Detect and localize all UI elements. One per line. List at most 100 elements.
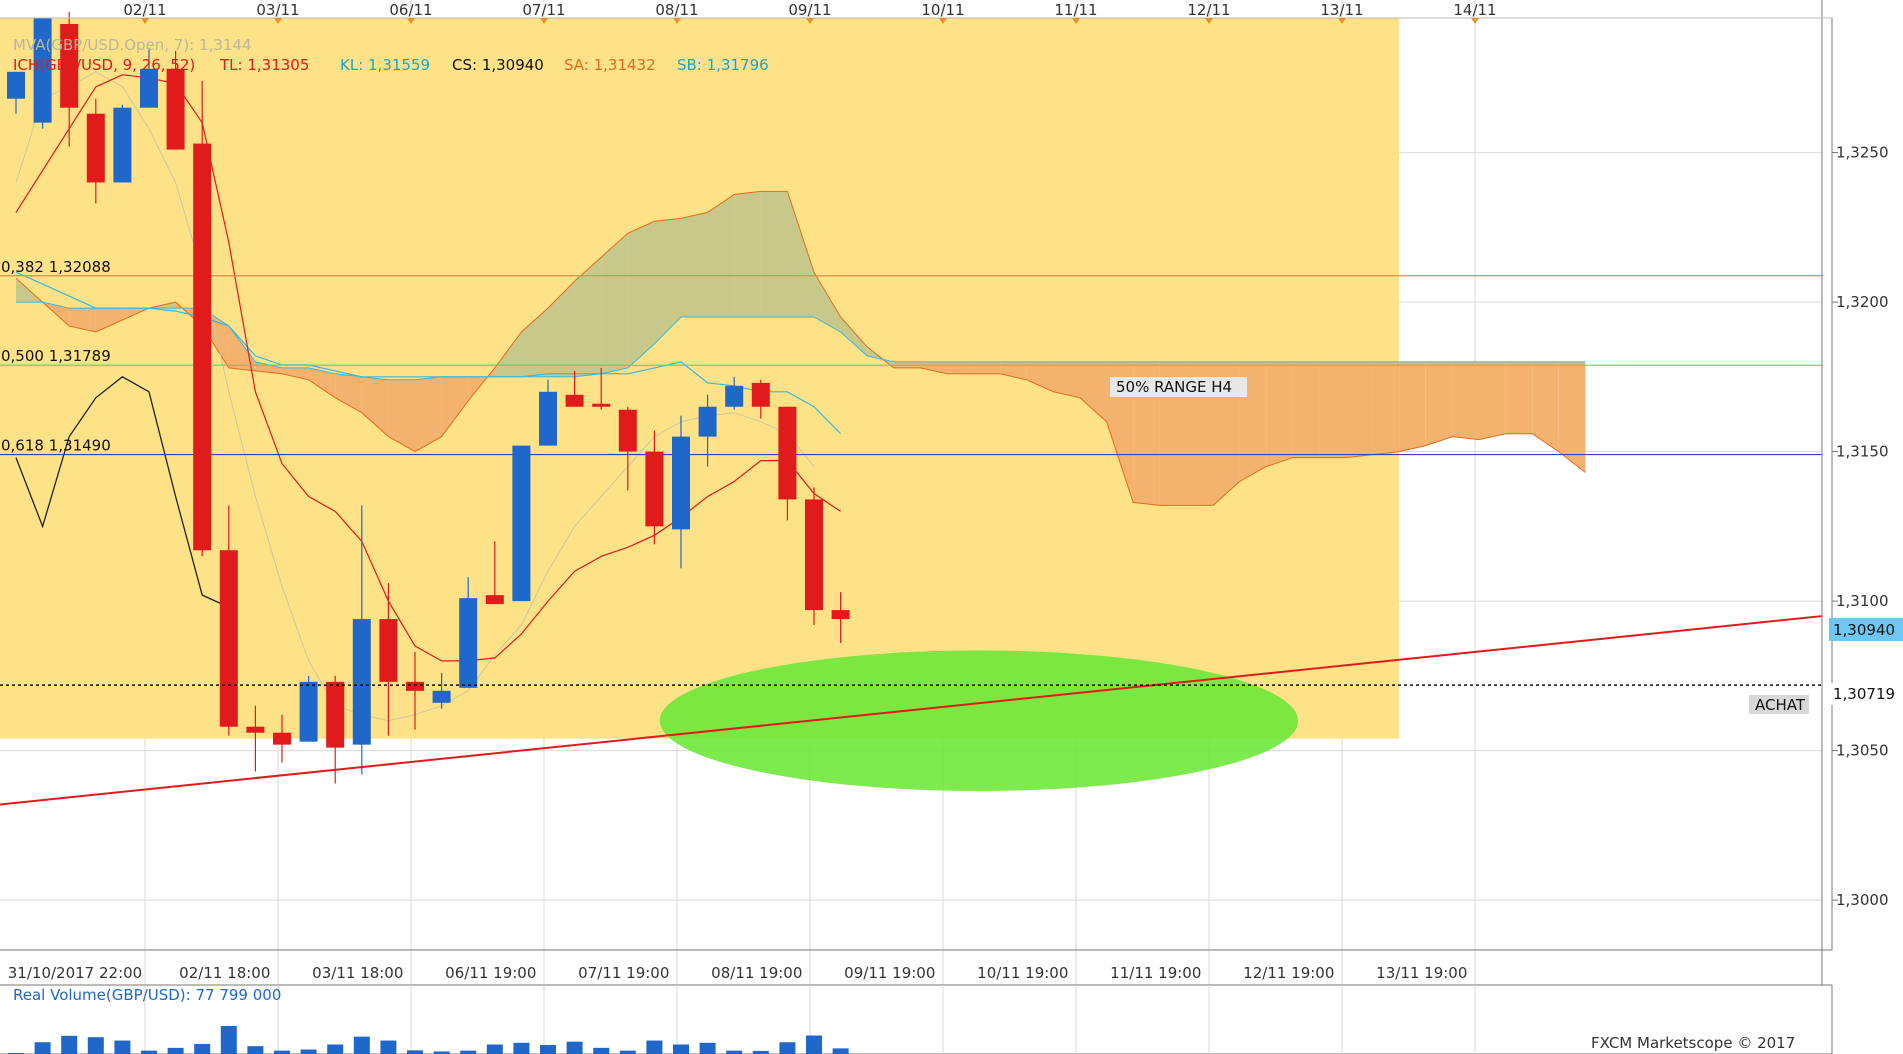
volume-bar xyxy=(194,1043,211,1054)
bottom-time-label: 02/11 18:00 xyxy=(179,964,270,982)
cloud-segment xyxy=(1399,361,1426,452)
candle-body[interactable] xyxy=(459,598,478,688)
order-price-tag: 1,30719 xyxy=(1829,683,1903,705)
y-tick-label: 1,3250 xyxy=(1836,144,1889,162)
ich-cs: CS: 1,30940 xyxy=(452,56,544,74)
candle-body[interactable] xyxy=(113,107,132,183)
volume-bar xyxy=(566,1041,583,1054)
volume-bar xyxy=(407,1050,423,1054)
candle-body[interactable] xyxy=(539,391,557,446)
candle-body[interactable] xyxy=(485,595,504,605)
candle-body[interactable] xyxy=(86,113,105,183)
cloud-segment xyxy=(1292,361,1320,458)
cloud-segment xyxy=(1425,361,1453,446)
candle-body[interactable] xyxy=(831,610,850,620)
volume-bar xyxy=(646,1040,663,1054)
cloud-segment xyxy=(1266,361,1293,467)
ich-sa: SA: 1,31432 xyxy=(564,56,656,74)
cloud-segment xyxy=(973,361,1001,374)
volume-bar xyxy=(87,1037,104,1054)
y-tick-label: 1,3150 xyxy=(1836,443,1889,461)
y-tick-label: 1,3050 xyxy=(1836,742,1889,760)
candle-body[interactable] xyxy=(299,681,318,742)
bottom-time-label: 06/11 19:00 xyxy=(445,964,536,982)
candle[interactable] xyxy=(113,104,132,183)
bottom-time-label: 08/11 19:00 xyxy=(711,964,802,982)
candle-body[interactable] xyxy=(7,71,25,99)
candle-body[interactable] xyxy=(565,394,584,407)
candle-body[interactable] xyxy=(618,409,637,452)
candle-body[interactable] xyxy=(751,382,770,407)
candle[interactable] xyxy=(193,80,212,557)
range-label: 50% RANGE H4 xyxy=(1110,377,1247,397)
volume-title: Real Volume(GBP/USD): 77 799 000 xyxy=(13,986,281,1004)
candle-body[interactable] xyxy=(805,499,823,611)
volume-bar xyxy=(513,1042,530,1054)
watermark: FXCM Marketscope © 2017 xyxy=(1591,1034,1795,1052)
order-price-tag-text: 1,30719 xyxy=(1833,685,1895,703)
y-tick-label: 1,3200 xyxy=(1836,293,1889,311)
volume-bar xyxy=(779,1042,796,1054)
candle-body[interactable] xyxy=(672,436,690,530)
candle-body[interactable] xyxy=(512,445,531,602)
candle[interactable] xyxy=(805,487,823,626)
candle-body[interactable] xyxy=(379,619,398,682)
price-chart[interactable]: 0,382 1,320880,500 1,317890,618 1,31490 … xyxy=(0,0,1903,1054)
candle-body[interactable] xyxy=(725,385,744,407)
volume-bar xyxy=(380,1040,397,1054)
candle-body[interactable] xyxy=(406,681,424,691)
bottom-time-label: 11/11 19:00 xyxy=(1110,964,1201,982)
bottom-time-label: 03/11 18:00 xyxy=(312,964,403,982)
candle-body[interactable] xyxy=(193,143,212,551)
candle-body[interactable] xyxy=(219,550,238,727)
bottom-time-label: 13/11 19:00 xyxy=(1376,964,1467,982)
cloud-segment xyxy=(1505,361,1533,434)
order-tag[interactable]: ACHAT xyxy=(1749,695,1809,714)
candle-body[interactable] xyxy=(432,690,451,703)
top-date-label: 03/11 xyxy=(256,1,299,19)
volume-bar xyxy=(540,1045,556,1054)
candle-body[interactable] xyxy=(778,406,797,500)
cloud-segment xyxy=(601,233,628,374)
cloud-segment xyxy=(947,361,974,374)
volume-bar xyxy=(300,1049,317,1054)
volume-bar xyxy=(726,1050,743,1054)
volume-bar xyxy=(699,1042,716,1054)
ich-name: ICH(GBP/USD, 9, 26, 52) xyxy=(13,56,195,74)
top-date-label: 02/11 xyxy=(123,1,166,19)
top-date-label: 11/11 xyxy=(1054,1,1097,19)
candle-body[interactable] xyxy=(166,68,185,150)
candle-body[interactable] xyxy=(698,406,717,437)
candle-body[interactable] xyxy=(246,726,265,733)
candle-body[interactable] xyxy=(273,732,291,745)
volume-bar xyxy=(114,1040,131,1054)
candle-body[interactable] xyxy=(592,403,611,407)
candle-body[interactable] xyxy=(326,681,345,748)
cloud-segment xyxy=(1479,361,1506,440)
volume-bar xyxy=(353,1036,370,1054)
volume-bar xyxy=(274,1050,290,1054)
ich-tl: TL: 1,31305 xyxy=(219,56,309,74)
target-zone xyxy=(659,650,1299,791)
bottom-time-label: 10/11 19:00 xyxy=(977,964,1068,982)
y-tick-label: 1,3100 xyxy=(1836,592,1889,610)
volume-bar xyxy=(673,1044,689,1054)
volume-bar xyxy=(806,1035,822,1054)
target-ellipse xyxy=(659,650,1299,791)
candle-body[interactable] xyxy=(352,619,371,745)
volume-bar xyxy=(247,1046,264,1054)
cloud-segment xyxy=(1319,361,1346,458)
volume-bar xyxy=(327,1044,344,1054)
candle[interactable] xyxy=(512,445,531,602)
ich-kl: KL: 1,31559 xyxy=(340,56,430,74)
candle-body[interactable] xyxy=(645,451,664,527)
candle-body[interactable] xyxy=(140,68,158,108)
volume-bar xyxy=(832,1048,849,1054)
cloud-segment xyxy=(760,191,788,318)
cloud-segment xyxy=(681,212,708,318)
bottom-time-label: 07/11 19:00 xyxy=(578,964,669,982)
cloud-segment xyxy=(1372,361,1400,455)
top-date-label: 09/11 xyxy=(788,1,831,19)
top-date-label: 12/11 xyxy=(1187,1,1230,19)
order-tag-text[interactable]: ACHAT xyxy=(1755,696,1806,714)
